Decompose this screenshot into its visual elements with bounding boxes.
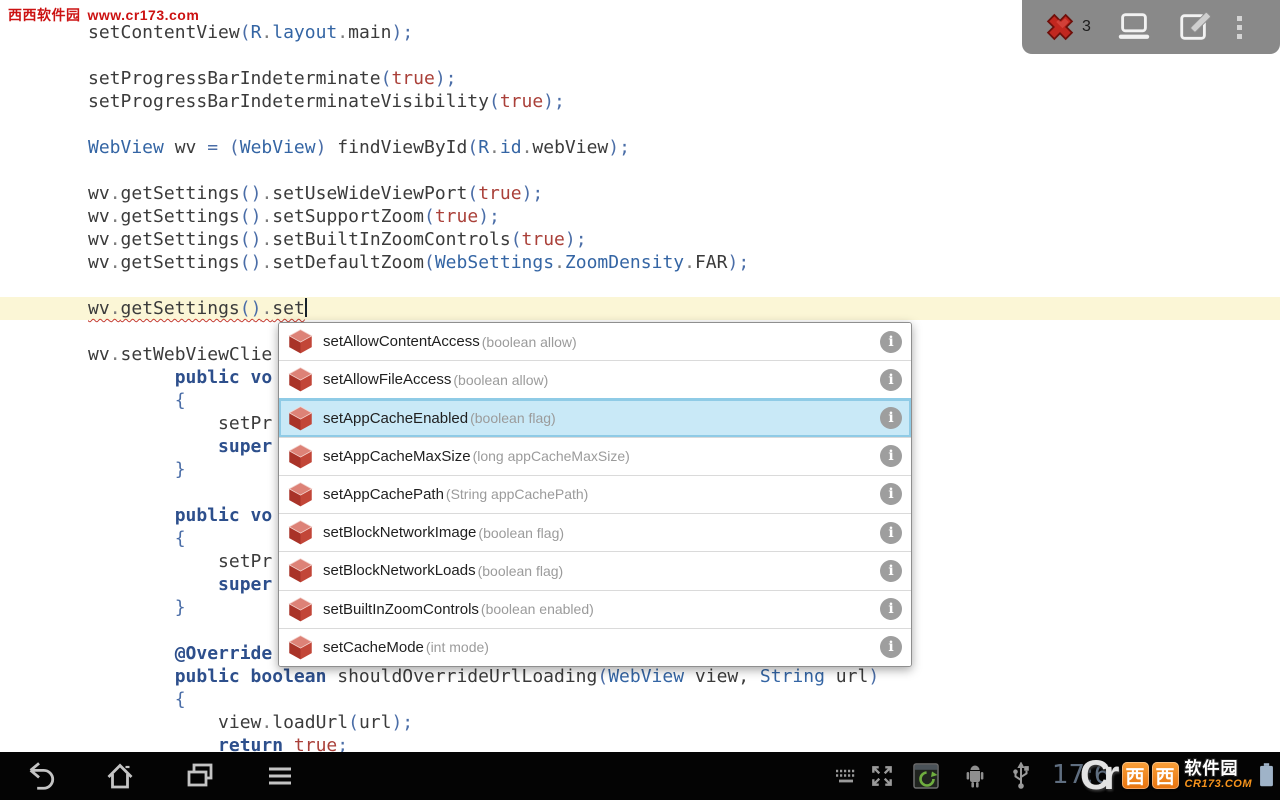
autocomplete-method-params: (boolean flag) <box>478 525 564 541</box>
text-caret <box>305 298 307 317</box>
method-cube-icon <box>287 443 314 470</box>
usb-debugging-android-icon[interactable] <box>962 762 988 790</box>
autocomplete-method-params: (boolean allow) <box>453 372 548 388</box>
method-cube-icon <box>287 596 314 623</box>
method-cube-icon <box>287 328 314 355</box>
logo-tile-1: 西 <box>1122 762 1149 789</box>
autocomplete-item[interactable]: setAllowContentAccess (boolean allow) i <box>279 323 911 360</box>
autocomplete-item[interactable]: setAppCacheEnabled (boolean flag) i <box>279 398 911 436</box>
battery-icon <box>1259 763 1274 787</box>
method-cube-icon <box>287 634 314 661</box>
autocomplete-item[interactable]: setAppCacheMaxSize (long appCacheMaxSize… <box>279 437 911 475</box>
autocomplete-item[interactable]: setBlockNetworkImage (boolean flag) i <box>279 513 911 551</box>
autocomplete-item[interactable]: setBuiltInZoomControls (boolean enabled)… <box>279 590 911 628</box>
method-cube-icon <box>287 481 314 508</box>
autocomplete-method-name: setBlockNetworkImage <box>323 524 476 541</box>
autocomplete-method-name: setAppCacheMaxSize <box>323 448 471 465</box>
code-line: WebView wv = (WebView) findViewById(R.id… <box>88 136 1280 159</box>
toolbar: 3 <box>1022 0 1280 54</box>
menu-button[interactable] <box>264 760 296 792</box>
autocomplete-item[interactable]: setAllowFileAccess (boolean allow) i <box>279 360 911 398</box>
info-icon[interactable]: i <box>880 636 902 658</box>
info-icon[interactable]: i <box>880 331 902 353</box>
autocomplete-method-name: setAppCachePath <box>323 486 444 503</box>
autocomplete-method-name: setCacheMode <box>323 639 424 656</box>
autocomplete-method-params: (long appCacheMaxSize) <box>473 448 630 464</box>
info-icon[interactable]: i <box>880 369 902 391</box>
usb-connection-status-icon[interactable] <box>1010 762 1032 790</box>
error-count-badge: 3 <box>1082 18 1091 36</box>
overflow-menu-button[interactable] <box>1237 16 1242 39</box>
info-icon[interactable]: i <box>880 560 902 582</box>
home-button[interactable] <box>104 760 136 792</box>
code-line: public boolean shouldOverrideUrlLoading(… <box>88 665 1280 688</box>
logo-site-url: CR173.COM <box>1185 778 1252 790</box>
autocomplete-item[interactable]: setBlockNetworkLoads (boolean flag) i <box>279 551 911 589</box>
autocomplete-method-params: (boolean allow) <box>482 334 577 350</box>
edit-pencil-icon <box>1177 10 1211 44</box>
logo-cr-text: Cr <box>1080 752 1113 798</box>
code-line: setProgressBarIndeterminate(true); <box>88 67 1280 90</box>
autocomplete-item[interactable]: setAppCachePath (String appCachePath) i <box>279 475 911 513</box>
autocomplete-method-name: setBlockNetworkLoads <box>323 562 476 579</box>
info-icon[interactable]: i <box>880 445 902 467</box>
run-button[interactable] <box>1115 11 1153 43</box>
autocomplete-method-name: setAllowFileAccess <box>323 371 451 388</box>
autocomplete-method-params: (boolean enabled) <box>481 601 594 617</box>
watermark-site-name: 西西软件园 <box>8 7 81 23</box>
autocomplete-method-params: (int mode) <box>426 639 489 655</box>
autocomplete-method-name: setAllowContentAccess <box>323 333 480 350</box>
info-icon[interactable]: i <box>880 598 902 620</box>
autocomplete-method-params: (boolean flag) <box>470 410 556 426</box>
watermark-top: 西西软件园 www.cr173.com <box>8 5 199 25</box>
code-line <box>88 113 1280 136</box>
autocomplete-method-params: (boolean flag) <box>478 563 564 579</box>
keyboard-status-icon[interactable] <box>833 767 859 785</box>
code-line: wv.getSettings().set <box>0 297 1280 320</box>
autocomplete-dropdown: setAllowContentAccess (boolean allow) i … <box>278 322 912 667</box>
code-line: wv.getSettings().setUseWideViewPort(true… <box>88 182 1280 205</box>
run-laptop-icon <box>1115 11 1153 43</box>
code-line <box>88 274 1280 297</box>
aide-code-editor-screen: setContentView(R.layout.main);setProgres… <box>0 0 1280 800</box>
method-cube-icon <box>287 557 314 584</box>
method-cube-icon <box>287 405 314 432</box>
watermark-logo: Cr 西 西 软件园 CR173.COM <box>1080 752 1274 798</box>
system-navbar: 17:6 Cr 西 西 软件园 CR173.COM <box>0 752 1280 800</box>
error-count-button[interactable]: 3 <box>1044 11 1091 43</box>
code-line: view.loadUrl(url); <box>88 711 1280 734</box>
autocomplete-method-name: setBuiltInZoomControls <box>323 601 479 618</box>
method-cube-icon <box>287 366 314 393</box>
watermark-site-url: www.cr173.com <box>88 7 200 23</box>
fullscreen-status-icon[interactable] <box>869 763 895 789</box>
recent-apps-button[interactable] <box>184 760 216 792</box>
info-icon[interactable]: i <box>880 407 902 429</box>
code-line: wv.getSettings().setSupportZoom(true); <box>88 205 1280 228</box>
sync-app-status-icon[interactable] <box>912 762 940 790</box>
method-cube-icon <box>287 519 314 546</box>
info-icon[interactable]: i <box>880 483 902 505</box>
error-x-icon <box>1044 11 1076 43</box>
back-button[interactable] <box>24 760 56 792</box>
code-line: wv.getSettings().setBuiltInZoomControls(… <box>88 228 1280 251</box>
logo-tile-2: 西 <box>1152 762 1179 789</box>
code-line: setProgressBarIndeterminateVisibility(tr… <box>88 90 1280 113</box>
code-line: wv.getSettings().setDefaultZoom(WebSetti… <box>88 251 1280 274</box>
autocomplete-item[interactable]: setCacheMode (int mode) i <box>279 628 911 666</box>
info-icon[interactable]: i <box>880 522 902 544</box>
code-line: { <box>88 688 1280 711</box>
logo-site-name: 软件园 <box>1185 760 1252 778</box>
code-line <box>88 159 1280 182</box>
edit-button[interactable] <box>1177 10 1211 44</box>
autocomplete-method-params: (String appCachePath) <box>446 486 588 502</box>
autocomplete-method-name: setAppCacheEnabled <box>323 410 468 427</box>
